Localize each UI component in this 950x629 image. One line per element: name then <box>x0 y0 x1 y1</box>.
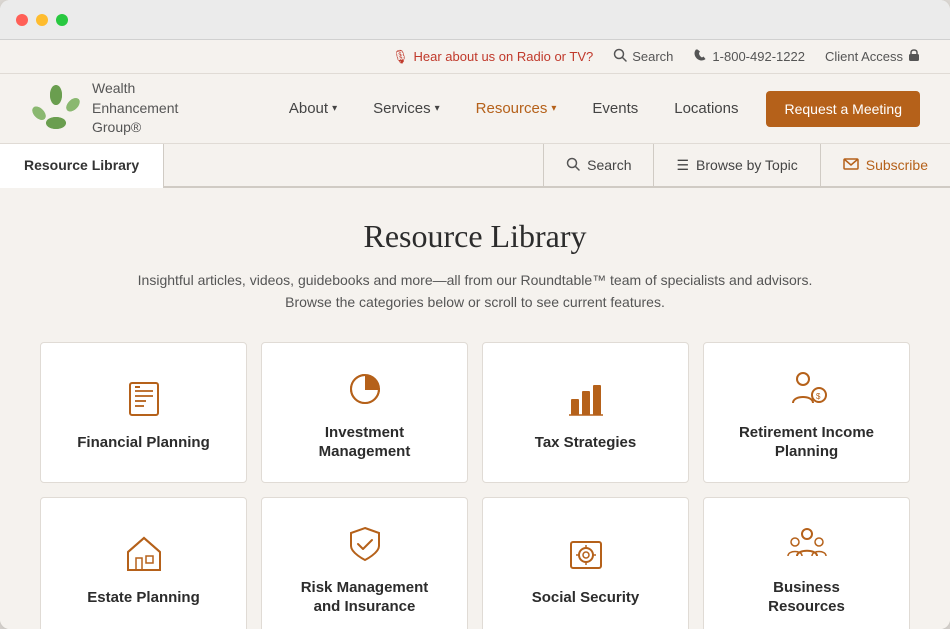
browser-dot-red[interactable] <box>16 14 28 26</box>
utility-search-label: Search <box>632 49 673 64</box>
category-label: Retirement IncomePlanning <box>739 423 874 462</box>
sub-nav-search-button[interactable]: Search <box>543 144 653 186</box>
subtitle-line2: Browse the categories below or scroll to… <box>40 291 910 313</box>
browse-by-topic-label: Browse by Topic <box>696 157 798 173</box>
sub-nav-search-label: Search <box>587 157 631 173</box>
sub-nav: Resource Library Search ☰ Browse by Topi… <box>0 144 950 188</box>
resource-library-tab-label: Resource Library <box>24 157 139 173</box>
category-label: Estate Planning <box>87 588 200 608</box>
radio-tv-link[interactable]: 🎙 Hear about us on Radio or TV? <box>392 49 593 65</box>
browser-chrome <box>0 0 950 40</box>
sub-nav-right: Search ☰ Browse by Topic Subscribe <box>543 144 950 186</box>
logo-line2: Enhancement <box>92 99 178 119</box>
category-label: Financial Planning <box>77 433 210 453</box>
logo-area[interactable]: Wealth Enhancement Group® <box>30 79 178 138</box>
categories-grid: Financial Planning InvestmentManagement <box>40 342 910 629</box>
pie-chart-icon <box>343 367 387 411</box>
phone-number: 1-800-492-1222 <box>693 48 805 65</box>
bar-chart-icon <box>564 377 608 421</box>
category-label: Social Security <box>532 588 640 608</box>
lock-icon <box>908 48 920 65</box>
category-social-security[interactable]: Social Security <box>482 497 689 629</box>
client-access-button[interactable]: Client Access <box>825 48 920 65</box>
category-financial-planning[interactable]: Financial Planning <box>40 342 247 483</box>
list-icon: ☰ <box>676 157 689 174</box>
category-tax-strategies[interactable]: Tax Strategies <box>482 342 689 483</box>
shield-check-icon <box>343 522 387 566</box>
microphone-icon: 🎙 <box>392 49 409 65</box>
browser-window: 🎙 Hear about us on Radio or TV? Search <box>0 0 950 629</box>
category-risk-management[interactable]: Risk Managementand Insurance <box>261 497 468 629</box>
phone-icon <box>693 48 707 65</box>
logo-text: Wealth Enhancement Group® <box>92 79 178 138</box>
client-access-label: Client Access <box>825 49 903 64</box>
nav-item-locations[interactable]: Locations <box>656 92 756 125</box>
radio-tv-text: Hear about us on Radio or TV? <box>414 49 594 64</box>
chevron-down-icon: ▾ <box>551 103 556 114</box>
category-label: Tax Strategies <box>535 433 636 453</box>
browser-body: 🎙 Hear about us on Radio or TV? Search <box>0 40 950 629</box>
safe-icon <box>564 532 608 576</box>
browse-by-topic-button[interactable]: ☰ Browse by Topic <box>653 144 819 186</box>
main-content: Resource Library Insightful articles, vi… <box>0 188 950 629</box>
category-business-resources[interactable]: BusinessResources <box>703 497 910 629</box>
utility-bar: 🎙 Hear about us on Radio or TV? Search <box>0 40 950 74</box>
list-icon <box>122 377 166 421</box>
nav-item-resources[interactable]: Resources ▾ <box>458 92 575 125</box>
subscribe-button[interactable]: Subscribe <box>820 144 950 186</box>
category-estate-planning[interactable]: Estate Planning <box>40 497 247 629</box>
house-icon <box>122 532 166 576</box>
subscribe-label: Subscribe <box>866 157 928 173</box>
browser-dot-yellow[interactable] <box>36 14 48 26</box>
request-meeting-button[interactable]: Request a Meeting <box>766 91 920 127</box>
person-coin-icon: $ <box>785 367 829 411</box>
logo-icon <box>30 83 82 135</box>
envelope-icon <box>843 157 859 173</box>
subtitle-line1: Insightful articles, videos, guidebooks … <box>40 269 910 291</box>
category-investment-management[interactable]: InvestmentManagement <box>261 342 468 483</box>
logo-line1: Wealth <box>92 79 178 99</box>
nav-links: About ▾ Services ▾ Resources ▾ Events Lo… <box>271 91 920 127</box>
category-label: Risk Managementand Insurance <box>301 578 429 617</box>
nav-item-services[interactable]: Services ▾ <box>355 92 458 125</box>
nav-item-about[interactable]: About ▾ <box>271 92 355 125</box>
phone-number-text: 1-800-492-1222 <box>712 49 805 64</box>
category-label: InvestmentManagement <box>319 423 411 462</box>
logo-line3: Group® <box>92 118 178 138</box>
svg-text:$: $ <box>816 392 821 401</box>
category-label: BusinessResources <box>768 578 845 617</box>
chevron-down-icon: ▾ <box>332 103 337 114</box>
people-icon <box>785 522 829 566</box>
utility-search-button[interactable]: Search <box>613 48 673 65</box>
browser-dot-green[interactable] <box>56 14 68 26</box>
category-retirement-income-planning[interactable]: $ Retirement IncomePlanning <box>703 342 910 483</box>
nav-item-events[interactable]: Events <box>574 92 656 125</box>
resource-library-tab[interactable]: Resource Library <box>0 144 164 186</box>
chevron-down-icon: ▾ <box>435 103 440 114</box>
page-title: Resource Library <box>40 218 910 255</box>
search-icon <box>613 48 627 65</box>
main-nav: Wealth Enhancement Group® About ▾ Servic… <box>0 74 950 144</box>
page-subtitle: Insightful articles, videos, guidebooks … <box>40 269 910 314</box>
search-icon <box>566 157 580 174</box>
